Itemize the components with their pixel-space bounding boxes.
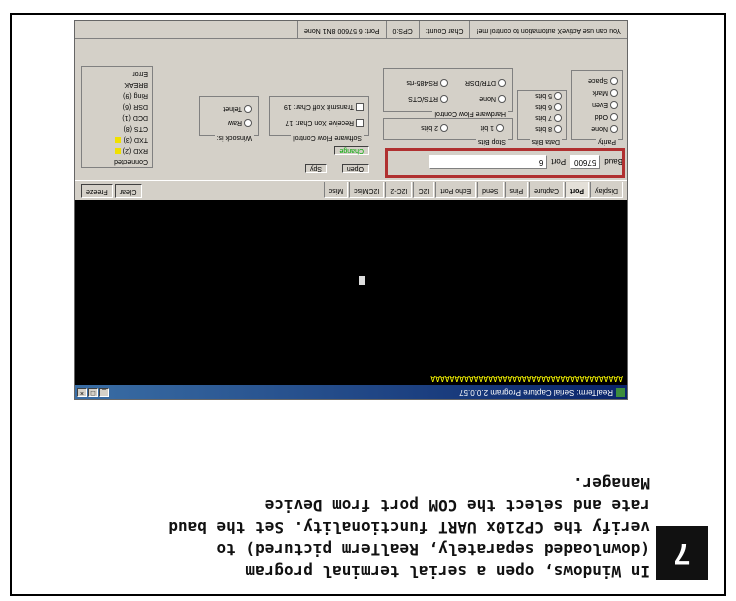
swflow-group: Software Flow Control Receive Xon Char: … bbox=[269, 96, 369, 141]
stopbits-option[interactable]: 1 bit bbox=[481, 124, 504, 132]
caption-line: (downloaded separately, RealTerm picture… bbox=[216, 540, 650, 559]
tab-i2cmisc[interactable]: I2CMisc bbox=[349, 182, 385, 198]
step-number: 7 bbox=[656, 526, 708, 580]
swflow-receive[interactable]: Receive Xon Char: 17 bbox=[286, 119, 364, 127]
stopbits-option[interactable]: 2 bits bbox=[421, 124, 448, 132]
hwflow-option[interactable]: None bbox=[479, 95, 506, 103]
minimize-button[interactable]: _ bbox=[99, 388, 109, 397]
swflow-title: Software Flow Control bbox=[291, 134, 364, 141]
winsock-title: Winsock is: bbox=[214, 134, 254, 141]
tab-port[interactable]: Port bbox=[565, 182, 590, 198]
parity-option[interactable]: Odd bbox=[595, 113, 618, 121]
winsock-option[interactable]: Raw bbox=[228, 119, 252, 127]
status-item: BREAK bbox=[124, 81, 148, 88]
tab-bar: Display Port Capture Pins Send Echo Port… bbox=[75, 182, 627, 198]
tab-i2c-2[interactable]: I2C-2 bbox=[385, 182, 413, 198]
terminal-display[interactable]: AAAAAAAAAAAAAAAAAAAAAAAAAAAAAAAAAAAAAAAA bbox=[75, 200, 627, 385]
status-item: CTS (8) bbox=[123, 125, 149, 132]
tab-send[interactable]: Send bbox=[477, 182, 504, 198]
realterm-screenshot: RealTerm: Serial Capture Program 2.0.0.5… bbox=[74, 20, 628, 400]
winsock-option[interactable]: Telnet bbox=[223, 105, 252, 113]
caption-line: In Windows, open a serial terminal progr… bbox=[245, 562, 650, 581]
tab-capture[interactable]: Capture bbox=[529, 182, 565, 198]
hwflow-option[interactable]: RS485-rts bbox=[406, 79, 448, 87]
port-settings-panel: Baud 57600 Port 6 Parity None Odd Even M… bbox=[75, 40, 627, 181]
instruction-card: 7 In Windows, open a serial terminal pro… bbox=[0, 0, 736, 601]
maximize-button[interactable]: □ bbox=[88, 388, 98, 397]
hwflow-option[interactable]: RTS/CTS bbox=[408, 95, 448, 103]
databits-option[interactable]: 6 bits bbox=[535, 103, 562, 111]
caption-line: verify the CP210x UART functionality. Se… bbox=[168, 518, 650, 537]
parity-group: Parity None Odd Even Mark Space bbox=[571, 70, 623, 145]
hwflow-option[interactable]: DTR/DSR bbox=[465, 79, 506, 87]
tab-pins[interactable]: Pins bbox=[504, 182, 529, 198]
highlight-box bbox=[385, 148, 625, 178]
window-titlebar: RealTerm: Serial Capture Program 2.0.0.5… bbox=[75, 385, 627, 399]
status-item: RXD (2) bbox=[82, 145, 152, 156]
status-bar: You can use ActiveX automation to contro… bbox=[75, 20, 627, 39]
parity-option[interactable]: None bbox=[591, 125, 618, 133]
status-item: DSR (6) bbox=[122, 103, 148, 110]
caption-line: Manager. bbox=[572, 474, 650, 493]
status-item: DCD (1) bbox=[122, 114, 148, 121]
spy-toggle[interactable]: Spy bbox=[304, 162, 327, 174]
window-title: RealTerm: Serial Capture Program 2.0.0.5… bbox=[459, 388, 613, 397]
clear-button[interactable]: Clear bbox=[114, 184, 142, 198]
swflow-transmit[interactable]: Transmit Xoff Char: 19 bbox=[284, 103, 364, 111]
close-button[interactable]: × bbox=[77, 388, 87, 397]
parity-option[interactable]: Mark bbox=[592, 89, 618, 97]
caption-line: rate and select the COM port from Device bbox=[264, 496, 650, 515]
databits-group: Data Bits 8 bits 7 bits 6 bits 5 bits bbox=[517, 90, 567, 145]
change-button[interactable]: Change bbox=[334, 144, 369, 156]
statusbar-cps: CPS:0 bbox=[385, 20, 419, 38]
hwflow-title: Hardware Flow Control bbox=[432, 110, 508, 117]
parity-option[interactable]: Even bbox=[592, 101, 618, 109]
parity-option[interactable]: Space bbox=[588, 77, 618, 85]
status-item: TXD (3) bbox=[82, 134, 152, 145]
led-indicator bbox=[115, 136, 122, 143]
tab-display[interactable]: Display bbox=[590, 182, 623, 198]
tab-echo-port[interactable]: Echo Port bbox=[435, 182, 477, 198]
stopbits-title: Stop Bits bbox=[475, 138, 508, 145]
status-item: Error bbox=[132, 70, 148, 77]
status-item: Ring (9) bbox=[123, 92, 148, 99]
databits-option[interactable]: 7 bits bbox=[535, 114, 562, 122]
statusbar-charcount: Char Count: bbox=[418, 20, 470, 38]
winsock-group: Winsock is: Raw Telnet bbox=[199, 96, 259, 141]
stopbits-group: Stop Bits 1 bit 2 bits bbox=[383, 118, 513, 145]
tab-i2c[interactable]: I2C bbox=[413, 182, 435, 198]
status-item: Connected bbox=[114, 158, 148, 165]
databits-option[interactable]: 8 bits bbox=[535, 125, 562, 133]
led-indicator bbox=[114, 147, 121, 154]
tab-misc[interactable]: Misc bbox=[323, 182, 349, 198]
open-toggle[interactable]: Open bbox=[341, 162, 369, 174]
freeze-button[interactable]: Freeze bbox=[81, 184, 113, 198]
card-frame: 7 In Windows, open a serial terminal pro… bbox=[10, 13, 726, 596]
step-caption: In Windows, open a serial terminal progr… bbox=[70, 472, 650, 582]
hwflow-group: Hardware Flow Control None RTS/CTS DTR/D… bbox=[383, 68, 513, 117]
databits-title: Data Bits bbox=[529, 138, 562, 145]
statusbar-port: Port: 6 57600 8N1 None bbox=[297, 20, 386, 38]
status-panel: Connected RXD (2) TXD (3) CTS (8) DCD (1… bbox=[81, 66, 153, 168]
terminal-text: AAAAAAAAAAAAAAAAAAAAAAAAAAAAAAAAAAAAAAAA bbox=[430, 374, 623, 383]
app-icon bbox=[616, 388, 625, 397]
terminal-cursor bbox=[359, 276, 365, 285]
databits-option[interactable]: 5 bits bbox=[535, 92, 562, 100]
parity-title: Parity bbox=[596, 138, 618, 145]
statusbar-message: You can use ActiveX automation to contro… bbox=[469, 20, 627, 38]
